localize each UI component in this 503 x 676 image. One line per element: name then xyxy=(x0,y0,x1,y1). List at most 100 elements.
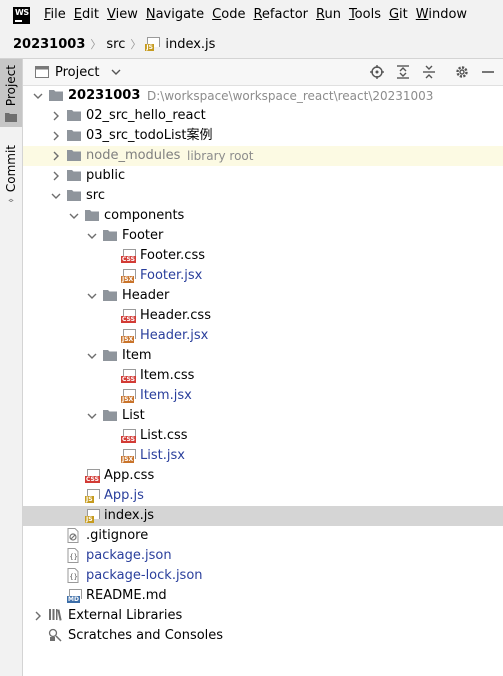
folder-icon xyxy=(102,288,118,304)
folder-icon xyxy=(102,228,118,244)
project-panel-header: Project xyxy=(23,59,503,86)
tree-item-hint: D:\workspace\workspace_react\react\20231… xyxy=(147,89,434,103)
css-file-icon: CSS xyxy=(120,368,136,384)
tree-item-label: Item xyxy=(122,348,152,363)
gear-icon[interactable] xyxy=(453,63,471,81)
folder-icon xyxy=(48,88,64,104)
locate-icon[interactable] xyxy=(368,63,386,81)
collapse-all-icon[interactable] xyxy=(420,63,438,81)
menu-navigate[interactable]: Navigate xyxy=(142,0,208,30)
tree-item-label: components xyxy=(104,208,185,223)
chevron-down-icon[interactable] xyxy=(86,410,98,422)
tree-item-label: README.md xyxy=(86,588,167,603)
chevron-right-icon[interactable] xyxy=(50,110,62,122)
left-tool-strip: Project Commit xyxy=(0,59,23,676)
chevron-down-icon[interactable] xyxy=(68,210,80,222)
tree-row[interactable]: src xyxy=(23,186,503,206)
tree-row[interactable]: JSX List.jsx xyxy=(23,446,503,466)
tab-commit[interactable]: Commit xyxy=(0,139,22,203)
tree-row[interactable]: JS index.js xyxy=(23,506,503,526)
tree-row[interactable]: Footer xyxy=(23,226,503,246)
tree-row[interactable]: CSS List.css xyxy=(23,426,503,446)
tree-row[interactable]: CSS Footer.css xyxy=(23,246,503,266)
tree-row[interactable]: Scratches and Consoles xyxy=(23,626,503,646)
tree-item-label: .gitignore xyxy=(86,528,149,543)
tree-row[interactable]: {} package-lock.json xyxy=(23,566,503,586)
menu-run[interactable]: Run xyxy=(312,0,345,30)
chevron-down-icon[interactable] xyxy=(86,290,98,302)
gitignore-file-icon xyxy=(66,528,82,544)
menu-git[interactable]: Git xyxy=(385,0,412,30)
menu-tools[interactable]: Tools xyxy=(345,0,385,30)
css-file-icon: CSS xyxy=(120,308,136,324)
tree-row[interactable]: components xyxy=(23,206,503,226)
chevron-down-icon[interactable] xyxy=(86,350,98,362)
tree-item-label: package.json xyxy=(86,548,172,563)
folder-icon xyxy=(102,348,118,364)
css-file-icon: CSS xyxy=(120,248,136,264)
commit-icon xyxy=(8,199,14,203)
tree-row[interactable]: 02_src_hello_react xyxy=(23,106,503,126)
tree-row[interactable]: 03_src_todoList案例 xyxy=(23,126,503,146)
hide-panel-icon[interactable] xyxy=(479,63,497,81)
md-file-icon: MD xyxy=(66,588,82,604)
jsx-file-icon: JSX xyxy=(120,268,136,284)
chevron-down-icon[interactable] xyxy=(32,90,44,102)
chevron-down-icon[interactable] xyxy=(86,230,98,242)
breadcrumb-project[interactable]: 20231003 xyxy=(10,37,88,52)
breadcrumb: 20231003 〉 src 〉 JS index.js xyxy=(0,30,503,59)
breadcrumb-src[interactable]: src xyxy=(103,37,128,52)
tab-commit-label: Commit xyxy=(4,145,18,193)
tree-item-label: public xyxy=(86,168,126,183)
tree-row[interactable]: MD README.md xyxy=(23,586,503,606)
tree-row[interactable]: CSS App.css xyxy=(23,466,503,486)
webstorm-logo-icon[interactable]: WS xyxy=(13,6,30,24)
json-file-icon: {} xyxy=(66,568,82,584)
tree-row[interactable]: JSX Item.jsx xyxy=(23,386,503,406)
menu-refactor[interactable]: Refactor xyxy=(249,0,312,30)
tree-row[interactable]: Item xyxy=(23,346,503,366)
tree-row[interactable]: {} package.json xyxy=(23,546,503,566)
expand-all-icon[interactable] xyxy=(394,63,412,81)
tree-item-label: 03_src_todoList案例 xyxy=(86,128,213,143)
menu-file[interactable]: File xyxy=(40,0,70,30)
tree-row[interactable]: External Libraries xyxy=(23,606,503,626)
chevron-down-icon[interactable] xyxy=(50,190,62,202)
tree-item-label: package-lock.json xyxy=(86,568,203,583)
tree-item-label: External Libraries xyxy=(68,608,183,623)
tree-row[interactable]: JS App.js xyxy=(23,486,503,506)
tree-row[interactable]: JSX Footer.jsx xyxy=(23,266,503,286)
tree-row[interactable]: CSS Item.css xyxy=(23,366,503,386)
svg-text:{}: {} xyxy=(69,573,77,581)
breadcrumb-file[interactable]: index.js xyxy=(162,37,218,52)
chevron-right-icon[interactable] xyxy=(50,170,62,182)
menu-window[interactable]: Window xyxy=(412,0,471,30)
tree-row[interactable]: Header xyxy=(23,286,503,306)
tree-item-label: List.jsx xyxy=(140,448,185,463)
tab-project[interactable]: Project xyxy=(0,59,22,127)
tree-row[interactable]: JSX Header.jsx xyxy=(23,326,503,346)
chevron-right-icon[interactable] xyxy=(32,610,44,622)
chevron-down-icon[interactable] xyxy=(111,69,121,75)
tree-row[interactable]: 20231003 D:\workspace\workspace_react\rea… xyxy=(23,86,503,106)
css-file-icon: CSS xyxy=(84,468,100,484)
tree-row[interactable]: .gitignore xyxy=(23,526,503,546)
tree-item-label: 02_src_hello_react xyxy=(86,108,206,123)
tree-item-label: Header.jsx xyxy=(140,328,209,343)
tree-row[interactable]: public xyxy=(23,166,503,186)
menu-edit[interactable]: Edit xyxy=(70,0,103,30)
jsx-file-icon: JSX xyxy=(120,388,136,404)
chevron-right-icon[interactable] xyxy=(50,130,62,142)
tab-project-label: Project xyxy=(4,65,18,107)
folder-icon xyxy=(66,168,82,184)
tree-row[interactable]: node_modules library root xyxy=(23,146,503,166)
tree-row[interactable]: List xyxy=(23,406,503,426)
folder-icon xyxy=(84,208,100,224)
menu-view[interactable]: View xyxy=(103,0,142,30)
menu-code[interactable]: Code xyxy=(208,0,249,30)
project-view-title[interactable]: Project xyxy=(55,65,99,80)
tree-row[interactable]: CSS Header.css xyxy=(23,306,503,326)
tree-item-label: Scratches and Consoles xyxy=(68,628,224,643)
chevron-right-icon[interactable] xyxy=(50,150,62,162)
tree-item-hint: library root xyxy=(187,149,254,163)
